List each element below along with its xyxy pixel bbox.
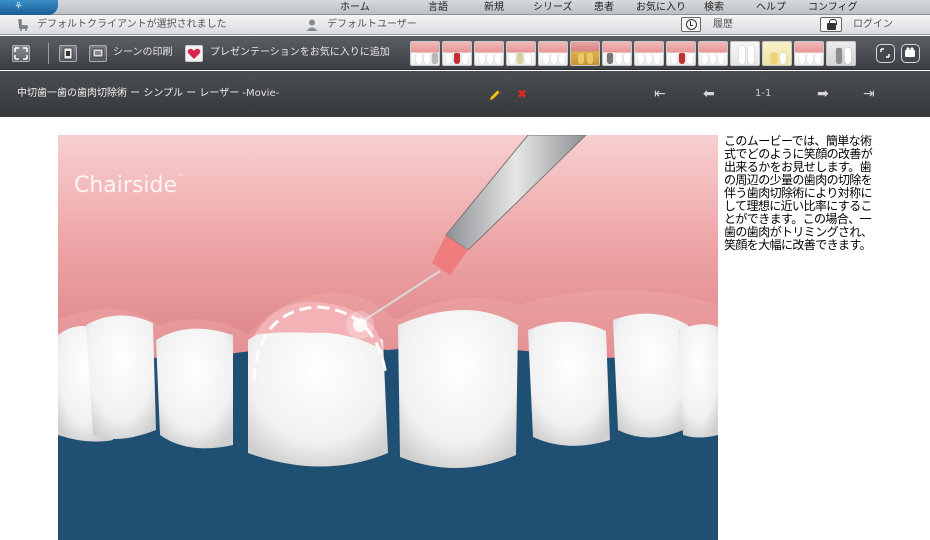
fullscreen-button[interactable] [12, 45, 30, 62]
nav-home[interactable]: ホーム [340, 1, 370, 14]
movie-player[interactable]: Chairside™ [58, 135, 718, 540]
video-button[interactable] [901, 44, 920, 63]
scene-thumbnail[interactable] [506, 41, 536, 66]
history-label[interactable]: 履歴 [713, 18, 733, 32]
first-page-icon[interactable]: ⇤ [654, 87, 666, 101]
login-button[interactable] [820, 17, 842, 32]
nav-language[interactable]: 言語 [428, 1, 448, 14]
logo[interactable]: ⚘ [0, 0, 58, 15]
chair-icon [18, 19, 28, 31]
user-icon [306, 19, 318, 31]
close-icon[interactable]: ✖ [517, 88, 527, 100]
scene-thumbnail[interactable] [730, 41, 760, 66]
chairside-watermark: Chairside™ [74, 173, 184, 198]
scene-thumbnail[interactable] [442, 41, 472, 66]
presentation-title: 中切歯一歯の歯肉切除術 ー シンプル ー レーザー -Movie- [17, 87, 279, 101]
title-main: 中切歯一歯の歯肉切除術 ー シンプル ー レーザー [17, 88, 240, 99]
nav-favorites[interactable]: お気に入り [636, 1, 686, 14]
clock-icon [686, 19, 697, 30]
top-nav: ⚘ ホーム 言語 新規 シリーズ 患者 お気に入り 検索 ヘルプ コンフィグ [0, 0, 930, 15]
document-button[interactable] [59, 45, 77, 62]
watermark-text: Chairside [74, 173, 178, 198]
scene-thumbnail[interactable] [666, 41, 696, 66]
status-bar: デフォルトクライアントが選択されました デフォルトユーザー 履歴 ログイン [0, 15, 930, 35]
heart-icon [187, 48, 201, 59]
scene-thumbnail[interactable] [570, 41, 600, 66]
toolbar-divider [48, 43, 49, 64]
page-indicator: 1-1 [755, 88, 772, 99]
favorite-button[interactable] [185, 45, 203, 62]
pencil-icon[interactable] [489, 89, 501, 101]
nav-help[interactable]: ヘルプ [756, 1, 786, 14]
title-bar: 中切歯一歯の歯肉切除術 ー シンプル ー レーザー -Movie- ✖ ⇤ ⬅ … [0, 71, 930, 117]
lock-icon [827, 19, 837, 30]
nav-patient[interactable]: 患者 [594, 1, 614, 14]
toolbar: シーンの印刷 プレゼンテーションをお気に入りに追加 [0, 36, 930, 70]
expand-button[interactable] [876, 44, 895, 63]
movie-description: このムービーでは、簡単な術式でどのように笑顔の改善が出来るかをお見せします。歯の… [724, 134, 873, 252]
chairside-logo-icon: ⚘ [14, 1, 23, 12]
nav-config[interactable]: コンフィグ [808, 1, 858, 14]
print-scene-label[interactable]: シーンの印刷 [113, 46, 173, 60]
login-label[interactable]: ログイン [853, 18, 893, 32]
next-page-icon[interactable]: ➡ [817, 87, 829, 101]
nav-search[interactable]: 検索 [704, 1, 724, 14]
trademark-symbol: ™ [177, 173, 185, 181]
print-icon [92, 48, 104, 58]
client-status-text: デフォルトクライアントが選択されました [37, 19, 227, 30]
expand-icon [880, 48, 890, 58]
video-icon [905, 47, 915, 57]
add-favorite-label[interactable]: プレゼンテーションをお気に入りに追加 [210, 46, 390, 60]
last-page-icon[interactable]: ⇥ [863, 87, 875, 101]
print-button[interactable] [89, 45, 107, 62]
title-suffix: -Movie- [242, 88, 280, 99]
scene-thumbnail[interactable] [826, 41, 856, 66]
scene-thumbnail[interactable] [538, 41, 568, 66]
document-icon [63, 47, 73, 60]
nav-series[interactable]: シリーズ [533, 1, 573, 14]
scene-thumbnail[interactable] [602, 41, 632, 66]
scene-thumbnail[interactable] [794, 41, 824, 66]
fullscreen-icon [14, 47, 28, 60]
user-status-text: デフォルトユーザー [327, 19, 417, 30]
history-button[interactable] [681, 17, 701, 32]
scene-thumbnail[interactable] [634, 41, 664, 66]
scene-thumbnail[interactable] [698, 41, 728, 66]
scene-thumbnail[interactable] [474, 41, 504, 66]
nav-new[interactable]: 新規 [484, 1, 504, 14]
scene-thumbnail[interactable] [410, 41, 440, 66]
scene-thumbnail[interactable] [762, 41, 792, 66]
previous-page-icon[interactable]: ⬅ [703, 87, 715, 101]
